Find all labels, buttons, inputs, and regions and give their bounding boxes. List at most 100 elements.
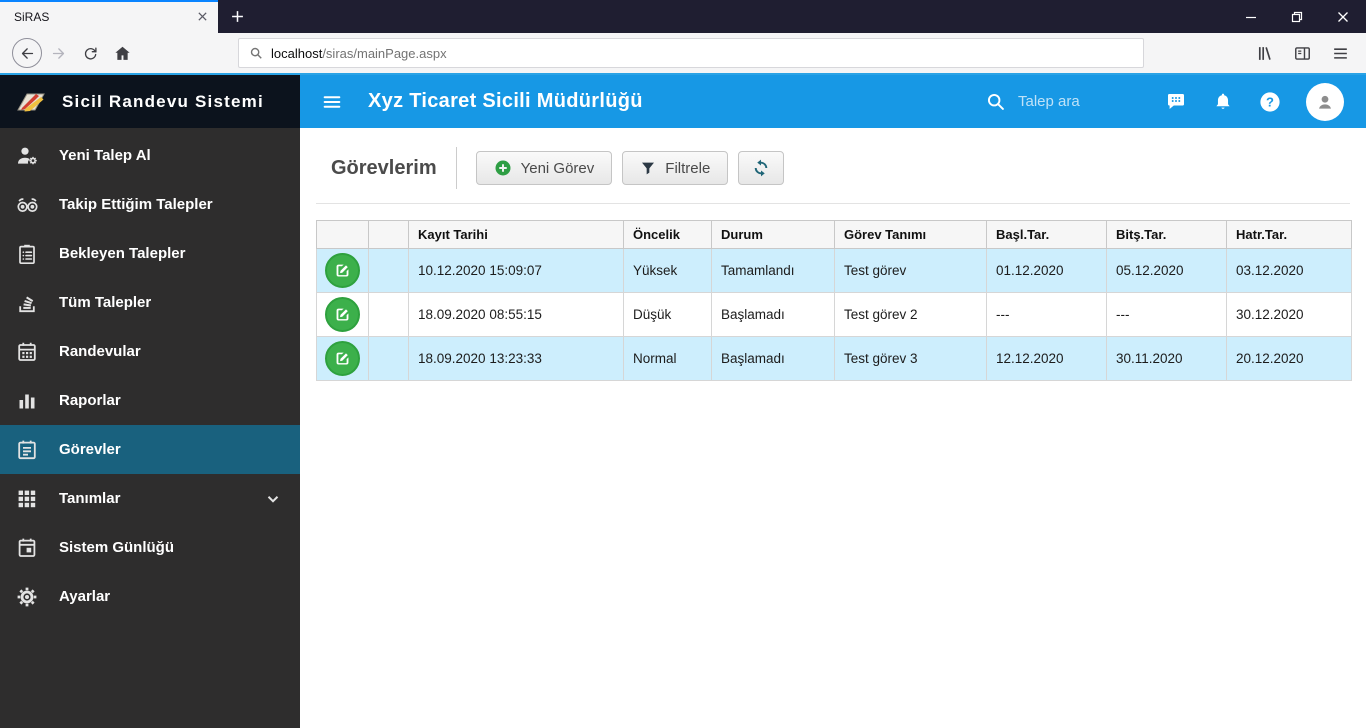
grid-icon [14,487,40,511]
sidebar-item-new-request[interactable]: Yeni Talep Al [0,131,300,180]
edit-icon [333,305,352,324]
cell-kayit-tarihi: 18.09.2020 08:55:15 [408,292,624,337]
window-restore-button[interactable] [1274,0,1320,33]
browser-toolbar: localhost/siras/mainPage.aspx [0,33,1366,75]
plus-circle-icon [494,159,512,177]
person-icon [1319,95,1331,109]
filter-button[interactable]: Filtrele [622,151,729,185]
notifications-icon[interactable] [1212,91,1234,113]
window-close-button[interactable] [1320,0,1366,33]
toolbar-right-icons [1248,37,1356,69]
library-button[interactable] [1248,37,1280,69]
cell-edit [316,292,369,337]
edit-row-button[interactable] [325,341,360,376]
tasks-icon [14,438,40,462]
browser-window: SiRAS localhost/siras/mainPage.aspx Sici… [0,0,1366,728]
new-tab-button[interactable] [218,0,256,33]
horizontal-divider [316,203,1350,204]
cell-edit [316,336,369,381]
messages-icon[interactable] [1164,90,1188,114]
search-bar[interactable] [985,91,1150,112]
office-title: Xyz Ticaret Sicili Müdürlüğü [368,90,643,112]
help-icon[interactable]: ? [1258,90,1282,114]
sidebar-toggle-icon [1294,46,1310,60]
column-header[interactable]: Başl.Tar. [986,220,1107,249]
column-header[interactable] [368,220,409,249]
tab-close-icon[interactable] [197,11,208,22]
sidebar-item-settings[interactable]: Ayarlar [0,572,300,621]
person-add-icon [14,144,40,168]
avatar[interactable] [1306,82,1344,121]
cell-bits-tar: --- [1106,292,1227,337]
cell-durum: Başlamadı [711,336,835,381]
cell-kayit-tarihi: 18.09.2020 13:23:33 [408,336,624,381]
browser-tab-bar: SiRAS [0,0,1366,33]
sidebar-item-system-log[interactable]: Sistem Günlüğü [0,523,300,572]
edit-icon [333,349,352,368]
content-header: Görevlerim Yeni Görev Filtrele [316,147,1350,189]
column-header[interactable]: Görev Tanımı [834,220,987,249]
sidebar-item-tasks[interactable]: Görevler [0,425,300,474]
cell-bits-tar: 30.11.2020 [1106,336,1227,381]
bar-chart-icon [14,389,40,413]
home-button[interactable] [106,37,138,69]
browser-menu-button[interactable] [1324,37,1356,69]
filter-icon [640,160,656,176]
vertical-divider [455,147,457,189]
sidebar-item-reports[interactable]: Raporlar [0,376,300,425]
sidebar-header: Sicil Randevu Sistemi [0,75,300,128]
column-header[interactable]: Kayıt Tarihi [408,220,624,249]
chevron-down-icon [264,490,282,508]
column-header[interactable] [316,220,369,249]
cell-basl-tar: 01.12.2020 [986,248,1107,293]
cell-bits-tar: 05.12.2020 [1106,248,1227,293]
refresh-icon [751,158,771,178]
window-minimize-button[interactable] [1228,0,1274,33]
calendar-log-icon [14,536,40,560]
search-icon [985,91,1006,112]
cell-blank [368,336,409,381]
new-task-button[interactable]: Yeni Görev [475,151,613,185]
column-header[interactable]: Durum [711,220,835,249]
cell-basl-tar: 12.12.2020 [986,336,1107,381]
cell-edit [316,248,369,293]
filter-label: Filtrele [665,159,711,177]
url-search-icon [249,46,263,60]
tab-title: SiRAS [14,9,50,24]
column-header[interactable]: Öncelik [623,220,712,249]
sidebar-item-followed-requests[interactable]: Takip Ettiğim Talepler [0,180,300,229]
sidebar-item-pending-requests[interactable]: Bekleyen Talepler [0,229,300,278]
appbar: Xyz Ticaret Sicili Müdürlüğü ? [300,75,1366,128]
url-bar[interactable]: localhost/siras/mainPage.aspx [238,38,1144,68]
back-button[interactable] [12,38,42,68]
edit-row-button[interactable] [325,253,360,288]
sidebar-item-definitions[interactable]: Tanımlar [0,474,300,523]
search-input[interactable] [1018,93,1136,110]
reload-button[interactable] [74,37,106,69]
cell-kayit-tarihi: 10.12.2020 15:09:07 [408,248,624,293]
calendar-icon [14,340,40,364]
sidebars-button[interactable] [1286,37,1318,69]
cell-durum: Başlamadı [711,292,835,337]
cell-oncelik: Yüksek [623,248,712,293]
sidebar-item-all-requests[interactable]: Tüm Talepler [0,278,300,327]
forward-button[interactable] [42,37,74,69]
home-icon [114,46,130,60]
column-header[interactable]: Bitş.Tar. [1106,220,1227,249]
cell-gorev-tanimi: Test görev 3 [834,336,987,381]
web-page: Sicil Randevu Sistemi Yeni Talep Al Taki… [0,75,1366,728]
cell-basl-tar: --- [986,292,1107,337]
cell-durum: Tamamlandı [711,248,835,293]
column-header[interactable]: Hatr.Tar. [1226,220,1352,249]
cell-blank [368,248,409,293]
menu-toggle-button[interactable] [321,91,343,113]
app-logo [12,87,52,117]
tasks-table: Kayıt Tarihi Öncelik Durum Görev Tanımı Başl… [316,220,1352,381]
browser-tab[interactable]: SiRAS [0,0,218,33]
refresh-button[interactable] [738,151,785,185]
edit-row-button[interactable] [325,297,360,332]
forward-icon [52,47,64,59]
hamburger-icon [323,95,341,108]
page-title: Görevlerim [331,156,437,179]
sidebar-item-appointments[interactable]: Randevular [0,327,300,376]
